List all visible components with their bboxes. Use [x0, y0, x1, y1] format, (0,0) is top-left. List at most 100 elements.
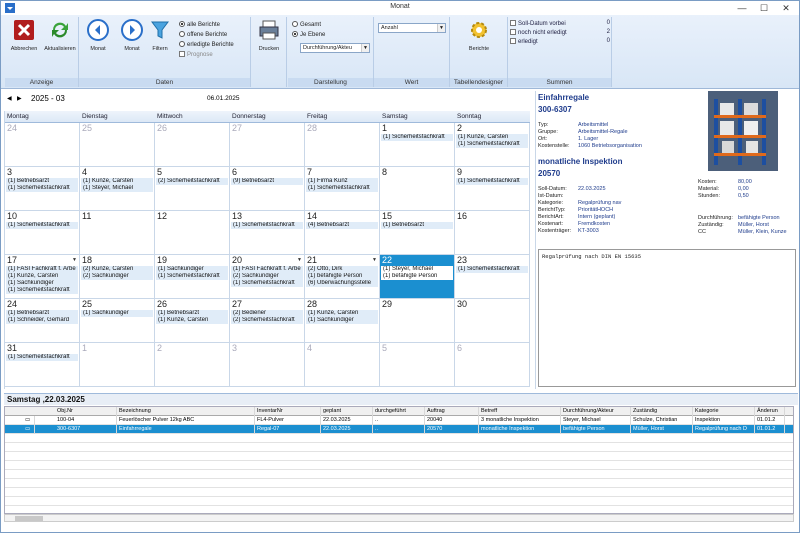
calendar-day-cell[interactable]: 4 (1) Kunze, Carsten (1) Steyer, Michael: [80, 167, 155, 211]
wert-combo[interactable]: Anzahl ▼: [378, 23, 446, 33]
aktualisieren-button[interactable]: Aktualisieren: [43, 19, 77, 52]
calendar-day-cell[interactable]: 10 (1) Sicherheitsfachkraft: [5, 211, 80, 255]
calendar-event[interactable]: (1) Sicherheitsfachkraft: [156, 273, 228, 280]
calendar-day-cell[interactable]: 27: [230, 123, 305, 167]
calendar-event[interactable]: (1) Sicherheitsfachkraft: [456, 141, 528, 148]
calendar-day-cell[interactable]: 23 (1) Sicherheitsfachkraft: [455, 255, 530, 299]
calendar-event[interactable]: (1) Kunze, Carsten: [156, 317, 228, 324]
calendar-event[interactable]: (1) Kunze, Carsten: [6, 273, 78, 280]
calendar-day-cell[interactable]: 2 (1) Kunze, Carsten (1) Sicherheitsfachkr…: [455, 123, 530, 167]
column-header[interactable]: durchgeführt: [373, 407, 425, 416]
calendar-day-cell[interactable]: 26: [155, 123, 230, 167]
calendar-event[interactable]: (1) Schneider, Gerhard: [6, 317, 78, 324]
calendar-event[interactable]: (1) befähigte Person: [381, 273, 453, 280]
column-header[interactable]: Durchführung/Akteur: [561, 407, 631, 416]
calendar-day-cell[interactable]: 30: [455, 299, 530, 343]
close-button[interactable]: ✕: [775, 1, 797, 15]
drucken-button[interactable]: Drucken: [252, 19, 286, 52]
calendar-day-cell[interactable]: 1: [80, 343, 155, 387]
radio-gesamt[interactable]: Gesamt: [292, 21, 321, 28]
calendar-event[interactable]: (1) Sicherheitsfachkraft: [306, 185, 378, 192]
calendar-event[interactable]: (1) Kunze, Carsten: [306, 310, 378, 317]
calendar-day-cell[interactable]: 22 (1) Steyer, Michael (1) befähigte Perso…: [380, 255, 455, 299]
calendar-event[interactable]: (1) Steyer, Michael: [81, 185, 153, 192]
calendar-day-cell[interactable]: 17 ▼ (1) FASI Fachkraft f. Arbe (1) Kunze, …: [5, 255, 80, 299]
calendar-day-cell[interactable]: 28: [305, 123, 380, 167]
calendar-day-cell[interactable]: 4: [305, 343, 380, 387]
calendar-day-cell[interactable]: 29: [380, 299, 455, 343]
calendar-day-cell[interactable]: 18 (2) Kunze, Carsten (2) Sachkundiger: [80, 255, 155, 299]
radio-offene-berichte[interactable]: offene Berichte: [179, 31, 227, 38]
calendar-event[interactable]: (1) Sachkundiger: [81, 310, 153, 317]
calendar-day-cell[interactable]: 5: [380, 343, 455, 387]
calendar-event[interactable]: (1) Sachkundiger: [156, 266, 228, 273]
berichte-button[interactable]: Berichte: [462, 19, 496, 52]
calendar-day-cell[interactable]: 20 ▼ (1) FASI Fachkraft f. Arbe (2) Sachkun…: [230, 255, 305, 299]
calendar-event[interactable]: (1) FASI Fachkraft f. Arbe: [6, 266, 78, 273]
calendar-event[interactable]: (2) Otto, Dirk: [306, 266, 378, 273]
calendar-day-cell[interactable]: 25 (1) Sachkundiger: [80, 299, 155, 343]
calendar-event[interactable]: (1) Kunze, Carsten: [81, 178, 153, 185]
more-events-icon[interactable]: ▼: [72, 257, 77, 263]
calendar-day-cell[interactable]: 13 (1) Sicherheitsfachkraft: [230, 211, 305, 255]
calendar-event[interactable]: (1) Betriebsarzt: [6, 178, 78, 185]
calendar-event[interactable]: (1) Betriebsarzt: [6, 310, 78, 317]
calendar-day-cell[interactable]: 9 (1) Sicherheitsfachkraft: [455, 167, 530, 211]
calendar-day-cell[interactable]: 25: [80, 123, 155, 167]
calendar-event[interactable]: (1) Firma Kunz: [306, 178, 378, 185]
calendar-event[interactable]: (1) Sicherheitsfachkraft: [6, 354, 78, 361]
calendar-event[interactable]: (1) befähigte Person: [306, 273, 378, 280]
calendar-day-cell[interactable]: 21 ▼ (2) Otto, Dirk (1) befähigte Person (6)…: [305, 255, 380, 299]
calendar-event[interactable]: (1) Sachkundiger: [306, 317, 378, 324]
column-header[interactable]: Zuständig: [631, 407, 693, 416]
calendar-day-cell[interactable]: 5 (2) Sicherheitsfachkraft: [155, 167, 230, 211]
radio-erledigte-berichte[interactable]: erledigte Berichte: [179, 41, 234, 48]
calendar-event[interactable]: (1) Sicherheitsfachkraft: [6, 287, 78, 294]
calendar-event[interactable]: (1) Sicherheitsfachkraft: [456, 266, 528, 273]
abbrechen-button[interactable]: Abbrechen: [7, 19, 41, 52]
calendar-event[interactable]: (2) Kunze, Carsten: [81, 266, 153, 273]
calendar-event[interactable]: (9) Betriebsarzt: [231, 178, 303, 185]
calendar-event[interactable]: (2) Bediener: [231, 310, 303, 317]
calendar-event[interactable]: (2) Sicherheitsfachkraft: [156, 178, 228, 185]
calendar-day-cell[interactable]: 12: [155, 211, 230, 255]
calendar-day-cell[interactable]: 11: [80, 211, 155, 255]
column-header[interactable]: Betreff: [479, 407, 561, 416]
calendar-event[interactable]: (1) Kunze, Carsten: [456, 134, 528, 141]
calendar-day-cell[interactable]: 3 (1) Betriebsarzt (1) Sicherheitsfachkraf…: [5, 167, 80, 211]
darstellung-combo[interactable]: Durchführung/Akteu ▼: [300, 43, 370, 53]
month-prev-button[interactable]: Monat: [81, 19, 115, 52]
minimize-button[interactable]: —: [731, 1, 753, 15]
calendar-day-cell[interactable]: 2: [155, 343, 230, 387]
calendar-event[interactable]: (1) Sicherheitsfachkraft: [456, 178, 528, 185]
more-events-icon[interactable]: ▼: [297, 257, 302, 263]
table-row[interactable]: ▭ 300-6307 Einfahrregale Regal-07 22.03.2025…: [5, 425, 793, 434]
calendar-day-cell[interactable]: 14 (4) Betriebsarzt: [305, 211, 380, 255]
calendar-event[interactable]: (1) Betriebsarzt: [381, 222, 453, 229]
month-next-button[interactable]: Monat: [115, 19, 149, 52]
calendar-event[interactable]: (2) Sachkundiger: [231, 273, 303, 280]
calendar-event[interactable]: (1) FASI Fachkraft f. Arbe: [231, 266, 303, 273]
calendar-day-cell[interactable]: 26 (1) Betriebsarzt (1) Kunze, Carsten: [155, 299, 230, 343]
nav-prev-icon[interactable]: ◀: [7, 95, 12, 102]
calendar-day-cell[interactable]: 28 (1) Kunze, Carsten (1) Sachkundiger: [305, 299, 380, 343]
column-header[interactable]: geplant: [321, 407, 373, 416]
calendar-day-cell[interactable]: 3: [230, 343, 305, 387]
calendar-event[interactable]: (1) Sicherheitsfachkraft: [231, 222, 303, 229]
horizontal-scrollbar[interactable]: [4, 514, 794, 522]
column-header[interactable]: Auftrag: [425, 407, 479, 416]
calendar-day-cell[interactable]: 15 (1) Betriebsarzt: [380, 211, 455, 255]
calendar-day-cell[interactable]: 24: [5, 123, 80, 167]
calendar-event[interactable]: (1) Sicherheitsfachkraft: [381, 134, 453, 141]
column-header[interactable]: Kategorie: [693, 407, 755, 416]
calendar-event[interactable]: (2) Sachkundiger: [81, 273, 153, 280]
column-header[interactable]: InventarNr: [255, 407, 321, 416]
nav-next-icon[interactable]: ▶: [17, 95, 22, 102]
calendar-day-cell[interactable]: 27 (2) Bediener (2) Sicherheitsfachkraft: [230, 299, 305, 343]
column-header[interactable]: Obj.Nr: [55, 407, 117, 416]
calendar-event[interactable]: (4) Betriebsarzt: [306, 222, 378, 229]
radio-alle-berichte[interactable]: alle Berichte: [179, 21, 220, 28]
calendar-event[interactable]: (1) Sicherheitsfachkraft: [6, 185, 78, 192]
calendar-day-cell[interactable]: 16: [455, 211, 530, 255]
checkbox-prognose[interactable]: Prognose: [179, 51, 213, 58]
